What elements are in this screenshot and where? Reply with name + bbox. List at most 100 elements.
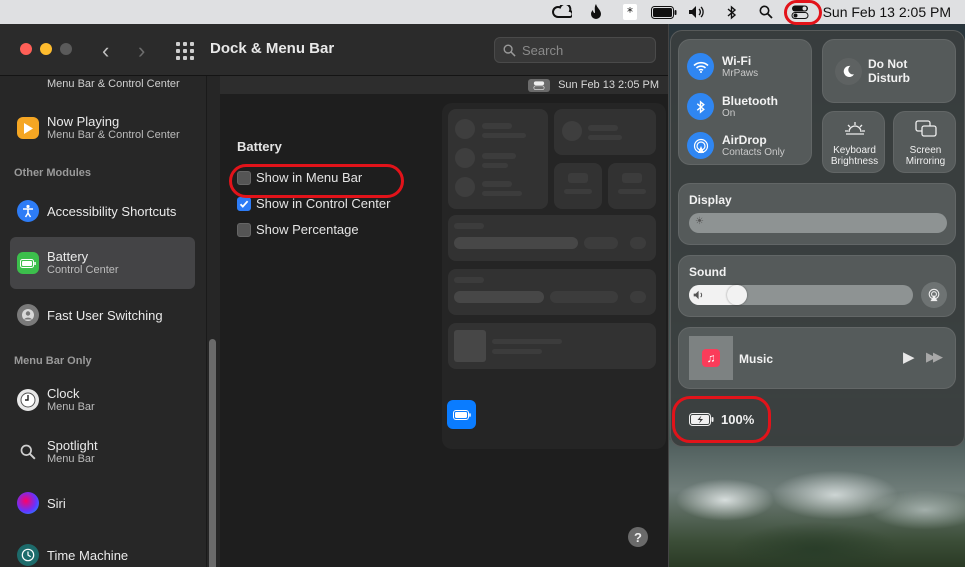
search-icon — [17, 441, 39, 463]
sidebar-item-siri[interactable]: Siri — [10, 488, 195, 518]
play-icon[interactable]: ▶ — [903, 348, 915, 366]
checkbox-label: Show Percentage — [256, 222, 359, 237]
checkbox-label: Show in Menu Bar — [256, 170, 363, 185]
display-title: Display — [689, 193, 732, 207]
checkbox-unchecked[interactable] — [237, 222, 251, 237]
wifi-title: Wi-Fi — [722, 53, 752, 68]
window-controls — [20, 43, 72, 55]
display-brightness-slider[interactable]: ☀ — [689, 213, 947, 233]
sidebar-item-label: Accessibility Shortcuts — [47, 203, 177, 219]
back-arrow-icon[interactable]: ‹ — [102, 38, 109, 64]
checkmark-icon[interactable] — [237, 196, 251, 211]
menu-bar-clock[interactable]: Sun Feb 13 2:05 PM — [823, 4, 951, 20]
window-title: Dock & Menu Bar — [210, 40, 335, 57]
bluetooth-icon[interactable] — [687, 93, 714, 120]
sidebar-item-fast-user-switching[interactable]: Fast User Switching — [10, 300, 195, 330]
battery-icon[interactable] — [647, 0, 681, 24]
display-tile: Display ☀ — [678, 183, 956, 245]
help-button[interactable]: ? — [628, 527, 648, 547]
control-center-icon[interactable] — [783, 0, 817, 24]
control-center-icon — [528, 78, 551, 92]
wifi-icon[interactable] — [687, 53, 714, 80]
wifi-toggle[interactable]: Wi-Fi MrPaws — [687, 53, 758, 80]
preview-clock: Sun Feb 13 2:05 PM — [558, 79, 659, 91]
sound-title: Sound — [689, 265, 727, 279]
control-center-panel: Wi-Fi MrPaws Bluetooth On AirDrop Contac… — [670, 30, 965, 447]
time-machine-icon — [17, 544, 39, 566]
keyboard-brightness-tile[interactable]: Keyboard Brightness — [822, 111, 885, 173]
clock-icon — [17, 389, 39, 411]
sidebar-item-subtitle: Menu Bar & Control Center — [47, 77, 180, 90]
battery-percentage: 100% — [721, 411, 755, 427]
asterisk-icon[interactable]: * — [613, 0, 647, 24]
sidebar-item-clock[interactable]: Clock Menu Bar — [10, 382, 195, 418]
music-title: Music — [739, 352, 774, 366]
show-in-control-center-checkbox[interactable]: Show in Control Center — [237, 196, 390, 211]
sidebar-item-label: Fast User Switching — [47, 307, 163, 323]
battery-module-preview[interactable] — [447, 400, 476, 429]
bluetooth-icon[interactable] — [715, 0, 749, 24]
battery-section-title: Battery — [237, 139, 282, 154]
volume-slider[interactable] — [689, 285, 913, 305]
volume-icon[interactable] — [681, 0, 715, 24]
close-button[interactable] — [20, 43, 32, 55]
minimize-button[interactable] — [40, 43, 52, 55]
sidebar-item-battery[interactable]: Battery Control Center — [10, 237, 195, 289]
sidebar-item-control-center[interactable]: Menu Bar & Control Center — [10, 76, 195, 96]
window-titlebar: ‹ › Dock & Menu Bar — [0, 24, 668, 76]
search-icon[interactable] — [749, 0, 783, 24]
wifi-network: MrPaws — [722, 67, 759, 79]
sidebar-item-spotlight[interactable]: Spotlight Menu Bar — [10, 434, 195, 470]
control-center-preview — [442, 103, 666, 449]
do-not-disturb-tile[interactable]: Do Not Disturb — [822, 39, 956, 103]
sun-icon: ☀ — [695, 216, 704, 227]
bluetooth-toggle[interactable]: Bluetooth On — [687, 93, 778, 120]
show-percentage-checkbox[interactable]: Show Percentage — [237, 222, 359, 237]
airdrop-icon[interactable] — [687, 132, 714, 159]
sidebar-item-subtitle: Menu Bar & Control Center — [47, 129, 180, 141]
music-tile[interactable]: ♫ Music ▶ ▶▶ — [678, 327, 956, 389]
search-field[interactable] — [494, 37, 656, 63]
sidebar-item-label: Clock — [47, 386, 80, 401]
airplay-icon[interactable] — [921, 282, 947, 308]
airdrop-title: AirDrop — [722, 132, 767, 147]
sidebar-header-other-modules: Other Modules — [14, 167, 92, 179]
settings-main-pane: Sun Feb 13 2:05 PM Battery Show in Menu … — [220, 76, 668, 567]
volume-icon — [693, 290, 703, 300]
sidebar-item-accessibility-shortcuts[interactable]: Accessibility Shortcuts — [10, 196, 195, 226]
zoom-button[interactable] — [60, 43, 72, 55]
airdrop-toggle[interactable]: AirDrop Contacts Only — [687, 132, 785, 159]
sidebar-item-time-machine[interactable]: Time Machine — [10, 540, 195, 567]
sidebar-item-label: Battery — [47, 249, 89, 264]
sound-tile: Sound — [678, 255, 956, 317]
generic-icon — [17, 76, 39, 95]
keyboard-brightness-label: Keyboard Brightness — [830, 145, 879, 167]
sidebar-scroll-thumb[interactable] — [209, 339, 216, 567]
siri-icon — [17, 492, 39, 514]
screen-mirroring-tile[interactable]: Screen Mirroring — [893, 111, 956, 173]
sidebar-item-subtitle: Control Center — [47, 264, 119, 276]
bluetooth-title: Bluetooth — [722, 93, 778, 108]
fast-forward-icon[interactable]: ▶▶ — [926, 349, 943, 365]
battery-charging-icon — [689, 412, 714, 426]
search-input[interactable] — [522, 42, 642, 58]
settings-window: ‹ › Dock & Menu Bar Menu Bar & Control C… — [0, 24, 669, 567]
forward-arrow-icon[interactable]: › — [138, 38, 145, 64]
svg-text:*: * — [627, 5, 633, 19]
checkbox-label: Show in Control Center — [256, 196, 391, 211]
creative-cloud-icon[interactable] — [545, 0, 579, 24]
checkbox-unchecked[interactable] — [237, 170, 251, 185]
battery-status-module[interactable]: 100% — [677, 398, 771, 440]
show-in-menu-bar-checkbox[interactable]: Show in Menu Bar — [237, 170, 362, 185]
desktop-wallpaper — [665, 440, 965, 567]
preview-menu-bar: Sun Feb 13 2:05 PM — [220, 76, 668, 94]
album-art: ♫ — [689, 336, 733, 380]
menu-bar: * Sun Feb 13 2:05 PM — [0, 0, 965, 24]
volume-slider-knob[interactable] — [727, 285, 747, 305]
flame-icon[interactable] — [579, 0, 613, 24]
sidebar-header-menu-bar-only: Menu Bar Only — [14, 355, 92, 367]
play-icon — [17, 117, 39, 139]
show-all-grid-icon[interactable] — [176, 42, 194, 60]
sidebar-item-now-playing[interactable]: Now Playing Menu Bar & Control Center — [10, 110, 195, 146]
sidebar-item-subtitle: Menu Bar — [47, 453, 95, 465]
